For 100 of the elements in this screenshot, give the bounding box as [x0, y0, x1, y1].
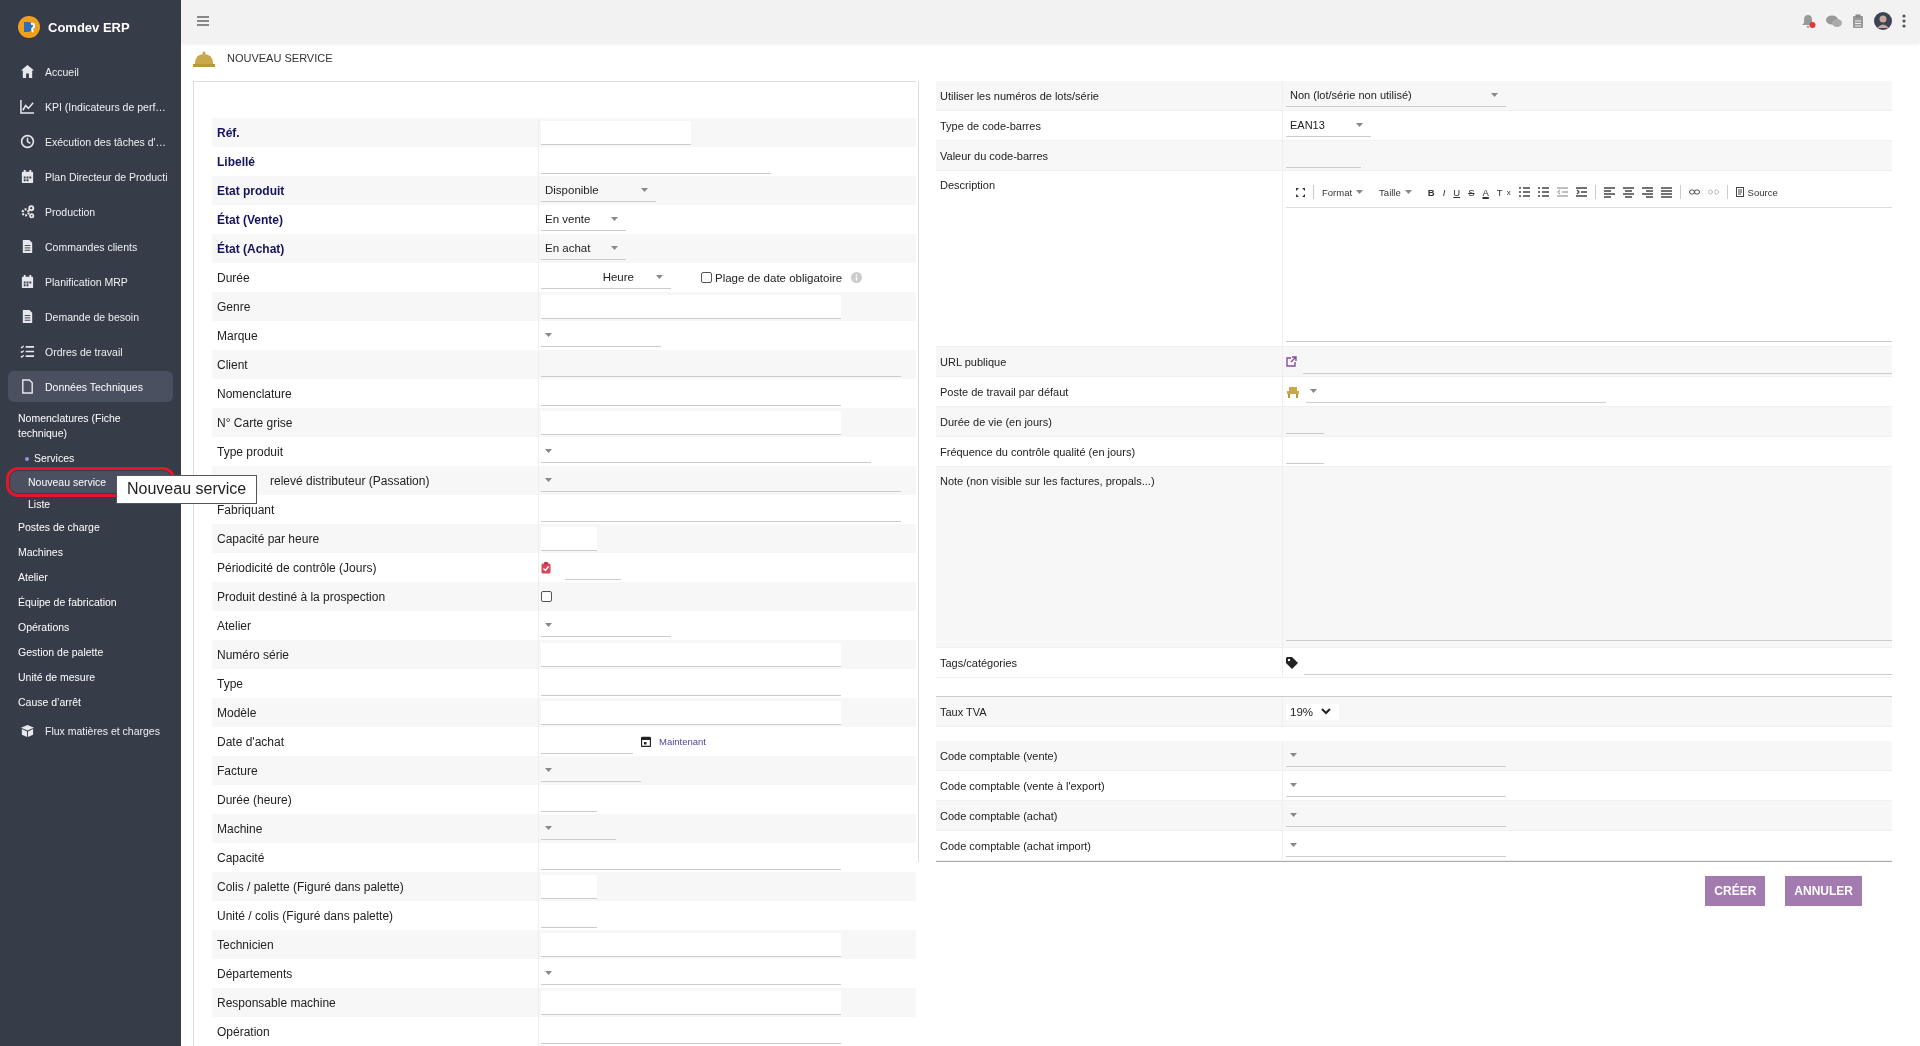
align-right-icon[interactable] — [1641, 186, 1653, 198]
select-field[interactable]: En achat — [541, 237, 626, 260]
underline-button[interactable]: U — [1453, 186, 1461, 198]
nav-subitem[interactable]: Services — [0, 446, 181, 471]
nav-subitem[interactable]: Postes de charge — [0, 515, 181, 540]
field-label: Capacité par heure — [212, 524, 539, 553]
align-center-icon[interactable] — [1622, 186, 1634, 198]
field-label: Code comptable (vente à l'export) — [936, 771, 1283, 800]
unlink-icon[interactable] — [1707, 188, 1719, 196]
nav-item[interactable]: Plan Directeur de Producti — [8, 161, 173, 192]
now-link[interactable]: Maintenant — [659, 736, 706, 747]
bullet-list-icon[interactable] — [1537, 187, 1549, 197]
select-field[interactable]: EAN13 — [1286, 114, 1371, 137]
field-label: Technicien — [212, 930, 539, 959]
nav-item[interactable]: Demande de besoin — [8, 301, 173, 332]
justify-icon[interactable] — [1660, 186, 1672, 198]
maximize-icon[interactable] — [1296, 187, 1305, 197]
nav-subitem[interactable]: Cause d’arrêt — [0, 690, 181, 715]
external-link-icon[interactable] — [1286, 356, 1297, 367]
nav-subitem[interactable]: Équipe de fabrication — [0, 590, 181, 615]
nav-subitem[interactable]: Machines — [0, 540, 181, 565]
field-label: URL publique — [936, 347, 1283, 376]
nav-subitem[interactable]: Nomenclatures (Fiche technique) — [0, 406, 181, 446]
input-field[interactable] — [541, 410, 841, 435]
strikethrough-button[interactable]: S — [1468, 186, 1475, 198]
select-field[interactable]: Heure — [541, 266, 671, 289]
caret-icon — [545, 333, 552, 337]
field-label: Code comptable (achat) — [936, 801, 1283, 830]
caret-icon — [1290, 813, 1297, 817]
select-field[interactable]: Disponible — [541, 179, 656, 202]
input-field[interactable] — [541, 642, 841, 667]
nav-item[interactable]: Flux matières et charges — [8, 715, 173, 746]
select-field[interactable]: Non (lot/série non utilisé) — [1286, 84, 1506, 107]
house-icon — [20, 64, 35, 79]
caret-icon — [656, 275, 663, 279]
nav-item[interactable]: Exécution des tâches d'… — [8, 126, 173, 157]
field-label: Utiliser les numéros de lots/série — [936, 81, 1283, 110]
bold-button[interactable]: B — [1427, 186, 1435, 198]
field-label: N° Carte grise — [212, 408, 539, 437]
calendar-icon — [20, 274, 35, 289]
caret-icon — [641, 188, 648, 192]
align-left-icon[interactable] — [1603, 186, 1615, 198]
clipboard-icon[interactable] — [1852, 13, 1864, 29]
outdent-icon[interactable] — [1556, 187, 1568, 197]
nav-item[interactable]: KPI (Indicateurs de perf… — [8, 91, 173, 122]
field-label: Numéro série — [212, 640, 539, 669]
nav-item[interactable]: Ordres de travail — [8, 336, 173, 367]
nav-subitem[interactable]: Atelier — [0, 565, 181, 590]
calendar-icon[interactable] — [641, 736, 651, 747]
nav-subitem[interactable]: Unité de mesure — [0, 665, 181, 690]
field-label: Modèle — [212, 698, 539, 727]
field-label: Note (non visible sur les factures, propals...) — [936, 467, 1283, 647]
notification-bell-icon[interactable] — [1801, 13, 1816, 29]
caret-icon — [545, 449, 552, 453]
nav-subitem[interactable]: Opérations — [0, 615, 181, 640]
nav-subitem[interactable]: Gestion de palette — [0, 640, 181, 665]
checkbox[interactable] — [541, 591, 552, 602]
caret-icon — [1290, 753, 1297, 757]
field-label: Facture — [212, 756, 539, 785]
field-label: Client — [212, 350, 539, 379]
chat-icon[interactable] — [1826, 14, 1842, 28]
select-field[interactable]: En vente — [541, 208, 626, 231]
field-label: Code comptable (vente) — [936, 741, 1283, 770]
field-label: Tags/catégories — [936, 648, 1283, 677]
input-field[interactable] — [541, 526, 597, 551]
caret-icon — [545, 826, 552, 830]
input-field[interactable] — [541, 874, 597, 899]
field-label: Etat produit — [212, 176, 539, 205]
nav-item[interactable]: Planification MRP — [8, 266, 173, 297]
menu-icon[interactable] — [197, 16, 209, 26]
italic-button[interactable]: I — [1442, 186, 1446, 198]
indent-icon[interactable] — [1575, 187, 1587, 197]
kebab-menu-icon[interactable] — [1902, 14, 1906, 28]
document-icon — [20, 309, 35, 324]
nav-item[interactable]: Production — [8, 196, 173, 227]
dropdown-button[interactable]: Taille — [1379, 186, 1412, 198]
input-field[interactable] — [541, 120, 691, 145]
checkbox-label: Plage de date obligatoire — [715, 271, 843, 284]
field-label: Machine — [212, 814, 539, 843]
numbered-list-icon[interactable] — [1518, 187, 1530, 197]
input-field[interactable] — [541, 932, 841, 957]
field-label: Taux TVA — [936, 697, 1283, 726]
avatar-icon[interactable] — [1874, 12, 1892, 30]
checkbox[interactable] — [701, 272, 712, 283]
field-label: Réf. — [212, 118, 539, 147]
chevron-down-icon — [1321, 708, 1332, 715]
link-icon[interactable] — [1688, 188, 1700, 196]
source-button[interactable]: Source — [1735, 186, 1778, 198]
dropdown-button[interactable]: Format — [1322, 186, 1364, 198]
input-field[interactable] — [541, 700, 841, 725]
tooltip: Nouveau service — [116, 475, 258, 504]
page-icon — [1735, 187, 1744, 197]
input-field[interactable] — [541, 990, 841, 1015]
nav-item[interactable]: Commandes clients — [8, 231, 173, 262]
nav-item[interactable]: Accueil — [8, 56, 173, 87]
input-field[interactable] — [541, 294, 841, 319]
nav-item[interactable]: Données Techniques — [8, 371, 173, 402]
text-color-button[interactable]: A — [1482, 186, 1489, 198]
field-label: Description — [936, 171, 1283, 346]
select-field[interactable]: 19% — [1286, 703, 1340, 720]
